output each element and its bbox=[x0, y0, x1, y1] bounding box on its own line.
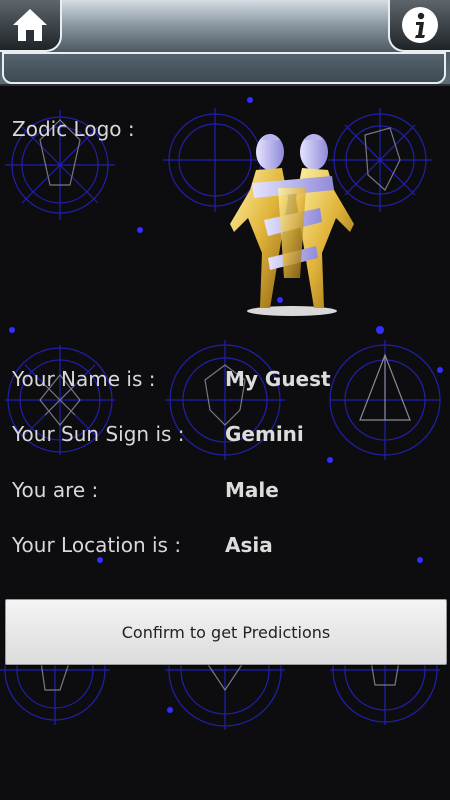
gender-label: You are : bbox=[12, 478, 99, 502]
gender-value: Male bbox=[225, 478, 279, 502]
gemini-twins-icon bbox=[230, 134, 354, 316]
zodiac-logo-label: Zodic Logo : bbox=[12, 117, 135, 141]
sun-sign-value: Gemini bbox=[225, 422, 304, 446]
top-bar bbox=[0, 0, 450, 86]
sun-sign-label: Your Sun Sign is : bbox=[12, 422, 185, 446]
home-button[interactable] bbox=[0, 0, 62, 52]
home-icon bbox=[13, 9, 47, 41]
title-bar bbox=[2, 52, 446, 84]
location-label: Your Location is : bbox=[12, 533, 182, 557]
info-button[interactable] bbox=[388, 0, 450, 52]
name-value: My Guest bbox=[225, 367, 331, 391]
info-icon bbox=[402, 7, 438, 43]
confirm-button-label: Confirm to get Predictions bbox=[121, 622, 331, 642]
confirm-predictions-button[interactable]: Confirm to get Predictions bbox=[5, 599, 447, 665]
location-value: Asia bbox=[225, 533, 273, 557]
name-label: Your Name is : bbox=[12, 367, 156, 391]
